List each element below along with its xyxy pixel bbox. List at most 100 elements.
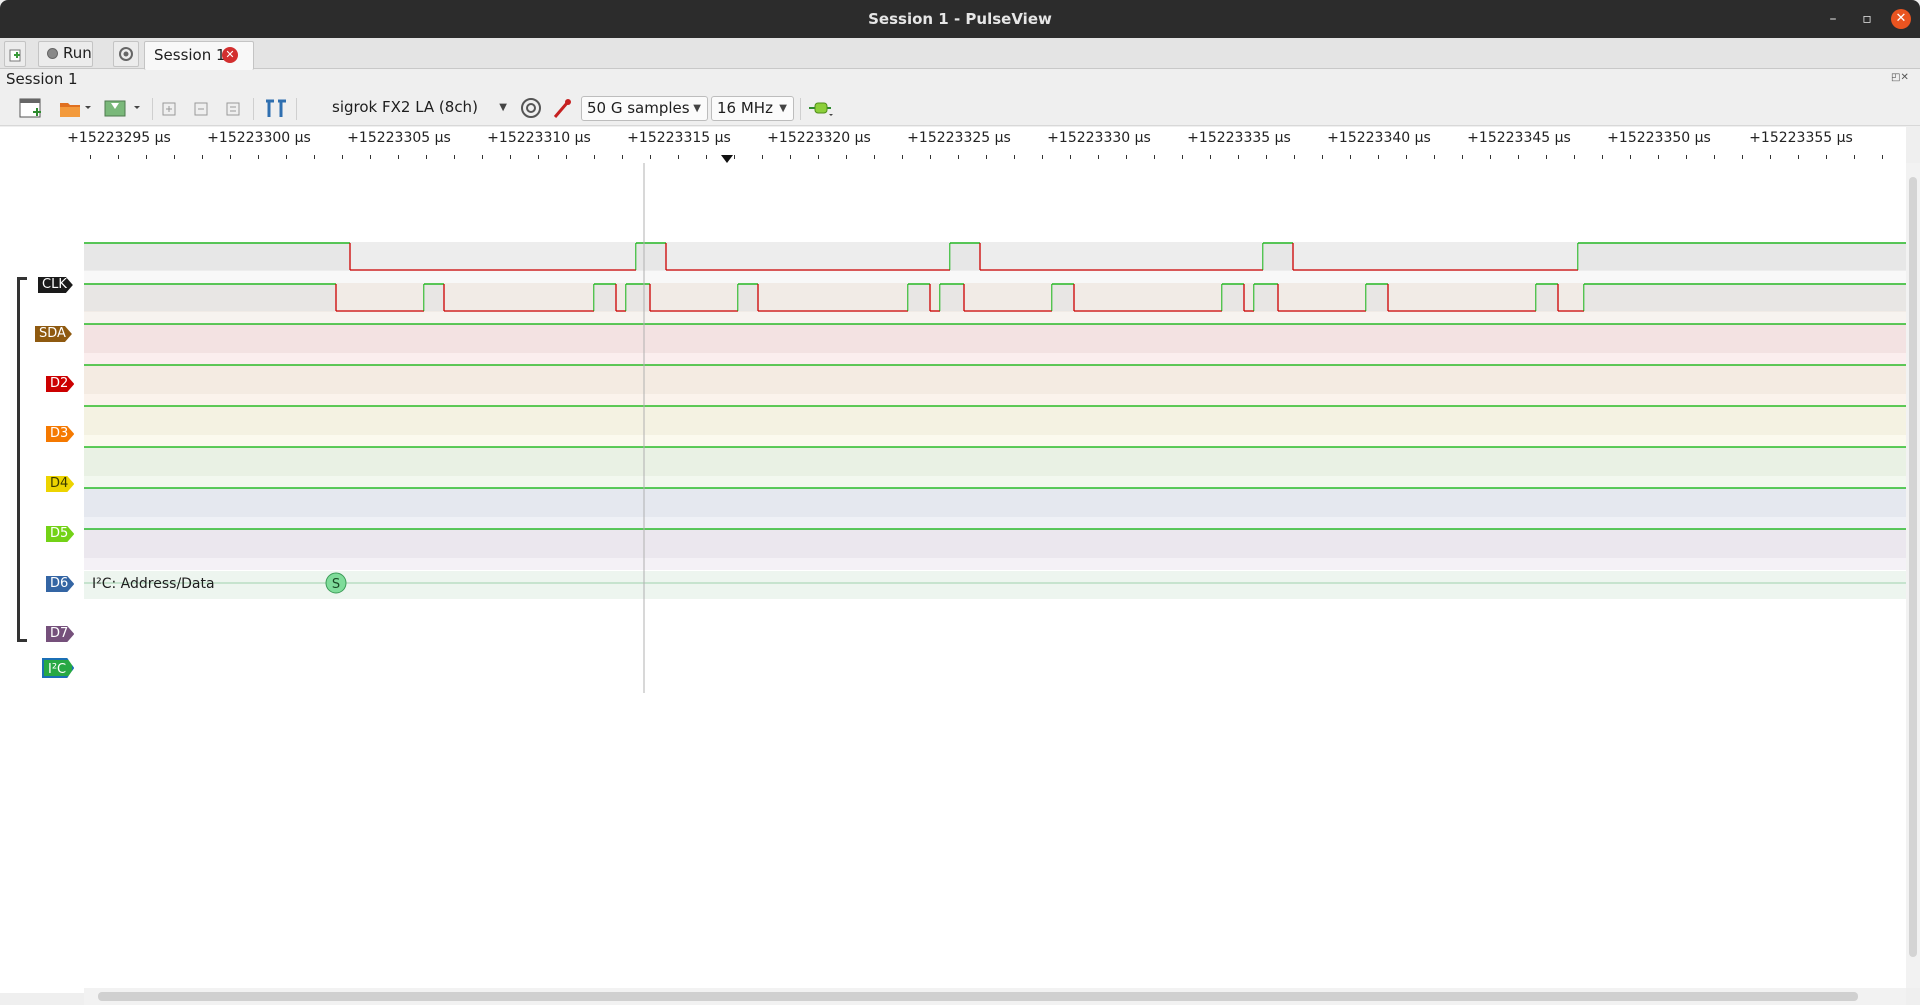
open-file-icon[interactable] — [58, 95, 92, 121]
run-button[interactable]: Run — [38, 41, 93, 67]
sample-rate-select[interactable]: 16 MHz ▼ — [711, 96, 794, 121]
ruler-minor-tick — [1238, 155, 1239, 159]
ruler-minor-tick — [1518, 155, 1519, 159]
ruler-minor-tick — [510, 155, 511, 159]
channel-row-gap — [84, 476, 1906, 488]
channel-label-sda[interactable]: SDA — [35, 326, 72, 342]
vertical-scrollbar[interactable] — [1906, 163, 1920, 988]
ruler-minor-tick — [1154, 155, 1155, 159]
zoom-out-icon[interactable] — [192, 95, 212, 121]
session-tab-label: Session 1 — [154, 46, 226, 64]
channel-row-band — [84, 324, 1906, 353]
ruler-minor-tick — [286, 155, 287, 159]
time-ruler[interactable]: +15223295 µs +15223300 µs +15223305 µs +152… — [67, 127, 1906, 163]
settings-tab-button[interactable] — [113, 41, 139, 67]
ruler-tick-label: +15223305 µs — [347, 130, 451, 146]
channel-row-gap — [84, 312, 1906, 324]
main-toolbar: sigrok FX2 LA (8ch) ▼ 50 G samples ▼ 16 … — [0, 90, 1920, 126]
ruler-minor-tick — [1210, 155, 1211, 159]
ruler-tick-label: +15223335 µs — [1187, 130, 1291, 146]
sample-count-select[interactable]: 50 G samples ▼ — [581, 96, 708, 121]
ruler-minor-tick — [1770, 155, 1771, 159]
session-dock-title: Session 1 — [6, 70, 78, 88]
ruler-minor-tick — [1126, 155, 1127, 159]
zoom-in-icon[interactable] — [160, 95, 180, 121]
ruler-minor-tick — [566, 155, 567, 159]
channel-row-band — [84, 447, 1906, 476]
vertical-scroll-thumb[interactable] — [1909, 177, 1917, 957]
probe-config-icon[interactable] — [551, 95, 575, 121]
trigger-marker-icon[interactable] — [721, 155, 733, 163]
save-file-icon[interactable] — [103, 95, 143, 121]
ruler-minor-tick — [1014, 155, 1015, 159]
maximize-button[interactable]: ▫ — [1857, 9, 1877, 29]
toolbar-separator — [253, 98, 254, 120]
sda-trace-high-fill — [594, 284, 616, 311]
tab-session-1[interactable]: Session 1 ✕ — [144, 41, 254, 70]
run-icon — [47, 48, 58, 59]
ruler-minor-tick — [202, 155, 203, 159]
ruler-minor-tick — [1574, 155, 1575, 159]
device-selector[interactable]: sigrok FX2 LA (8ch) ▼ — [327, 96, 513, 121]
window-title: Session 1 - PulseView — [868, 10, 1052, 28]
signal-traces: I²C: Address/Data S — [84, 163, 1906, 693]
decoder-row-title: I²C: Address/Data — [92, 576, 215, 592]
ruler-minor-tick — [426, 155, 427, 159]
new-view-icon[interactable] — [18, 95, 44, 121]
ruler-minor-tick — [146, 155, 147, 159]
title-bar: Session 1 - PulseView – ▫ ✕ — [0, 0, 1920, 38]
chevron-down-icon: ▼ — [499, 102, 507, 113]
ruler-tick-label: +15223340 µs — [1327, 130, 1431, 146]
ruler-minor-tick — [1070, 155, 1071, 159]
ruler-minor-tick — [650, 155, 651, 159]
ruler-minor-tick — [678, 155, 679, 159]
channel-row-band — [84, 365, 1906, 394]
ruler-tick-label: +15223350 µs — [1607, 130, 1711, 146]
ruler-tick-label: +15223355 µs — [1749, 130, 1853, 146]
ruler-minor-tick — [454, 155, 455, 159]
ruler-tick-label: +15223330 µs — [1047, 130, 1151, 146]
ruler-minor-tick — [1490, 155, 1491, 159]
close-window-button[interactable]: ✕ — [1891, 9, 1911, 29]
channel-row-gap — [84, 517, 1906, 529]
ruler-minor-tick — [986, 155, 987, 159]
ruler-minor-tick — [790, 155, 791, 159]
minimize-button[interactable]: – — [1823, 9, 1843, 29]
sda-trace-high-fill — [1222, 284, 1244, 311]
ruler-minor-tick — [174, 155, 175, 159]
chevron-down-icon: ▼ — [693, 103, 701, 114]
ruler-minor-tick — [1658, 155, 1659, 159]
horizontal-scrollbar[interactable] — [84, 988, 1906, 1005]
new-session-icon — [9, 49, 21, 62]
clk-trace-high-fill — [1263, 243, 1293, 270]
channel-row-gap — [84, 353, 1906, 365]
device-config-icon[interactable] — [518, 95, 544, 121]
ruler-minor-tick — [258, 155, 259, 159]
channel-row-band — [84, 529, 1906, 558]
ruler-tick-label: +15223295 µs — [67, 130, 171, 146]
sda-trace-high-fill — [940, 284, 964, 311]
clk-trace-high-fill — [1578, 243, 1906, 270]
ruler-minor-tick — [1854, 155, 1855, 159]
target-icon — [119, 47, 133, 61]
channel-row-band — [84, 406, 1906, 435]
ruler-minor-tick — [1686, 155, 1687, 159]
dock-float-close-icons[interactable]: ◰✕ — [1891, 72, 1909, 83]
add-decoder-icon[interactable] — [806, 95, 836, 121]
ruler-minor-tick — [846, 155, 847, 159]
ruler-minor-tick — [1406, 155, 1407, 159]
cursors-icon[interactable] — [264, 95, 288, 121]
ruler-minor-tick — [1266, 155, 1267, 159]
close-tab-icon[interactable]: ✕ — [222, 47, 238, 63]
ruler-minor-tick — [1322, 155, 1323, 159]
logic-group-bracket — [17, 277, 27, 642]
ruler-minor-tick — [958, 155, 959, 159]
horizontal-scroll-thumb[interactable] — [98, 992, 1858, 1001]
new-session-button[interactable] — [4, 41, 26, 67]
ruler-tick-label: +15223345 µs — [1467, 130, 1571, 146]
channel-label-clk[interactable]: CLK — [38, 277, 73, 293]
signal-viewport[interactable]: I²C: Address/Data S — [84, 163, 1906, 988]
zoom-fit-icon[interactable] — [224, 95, 244, 121]
ruler-minor-tick — [398, 155, 399, 159]
start-condition-label: S — [332, 577, 340, 592]
